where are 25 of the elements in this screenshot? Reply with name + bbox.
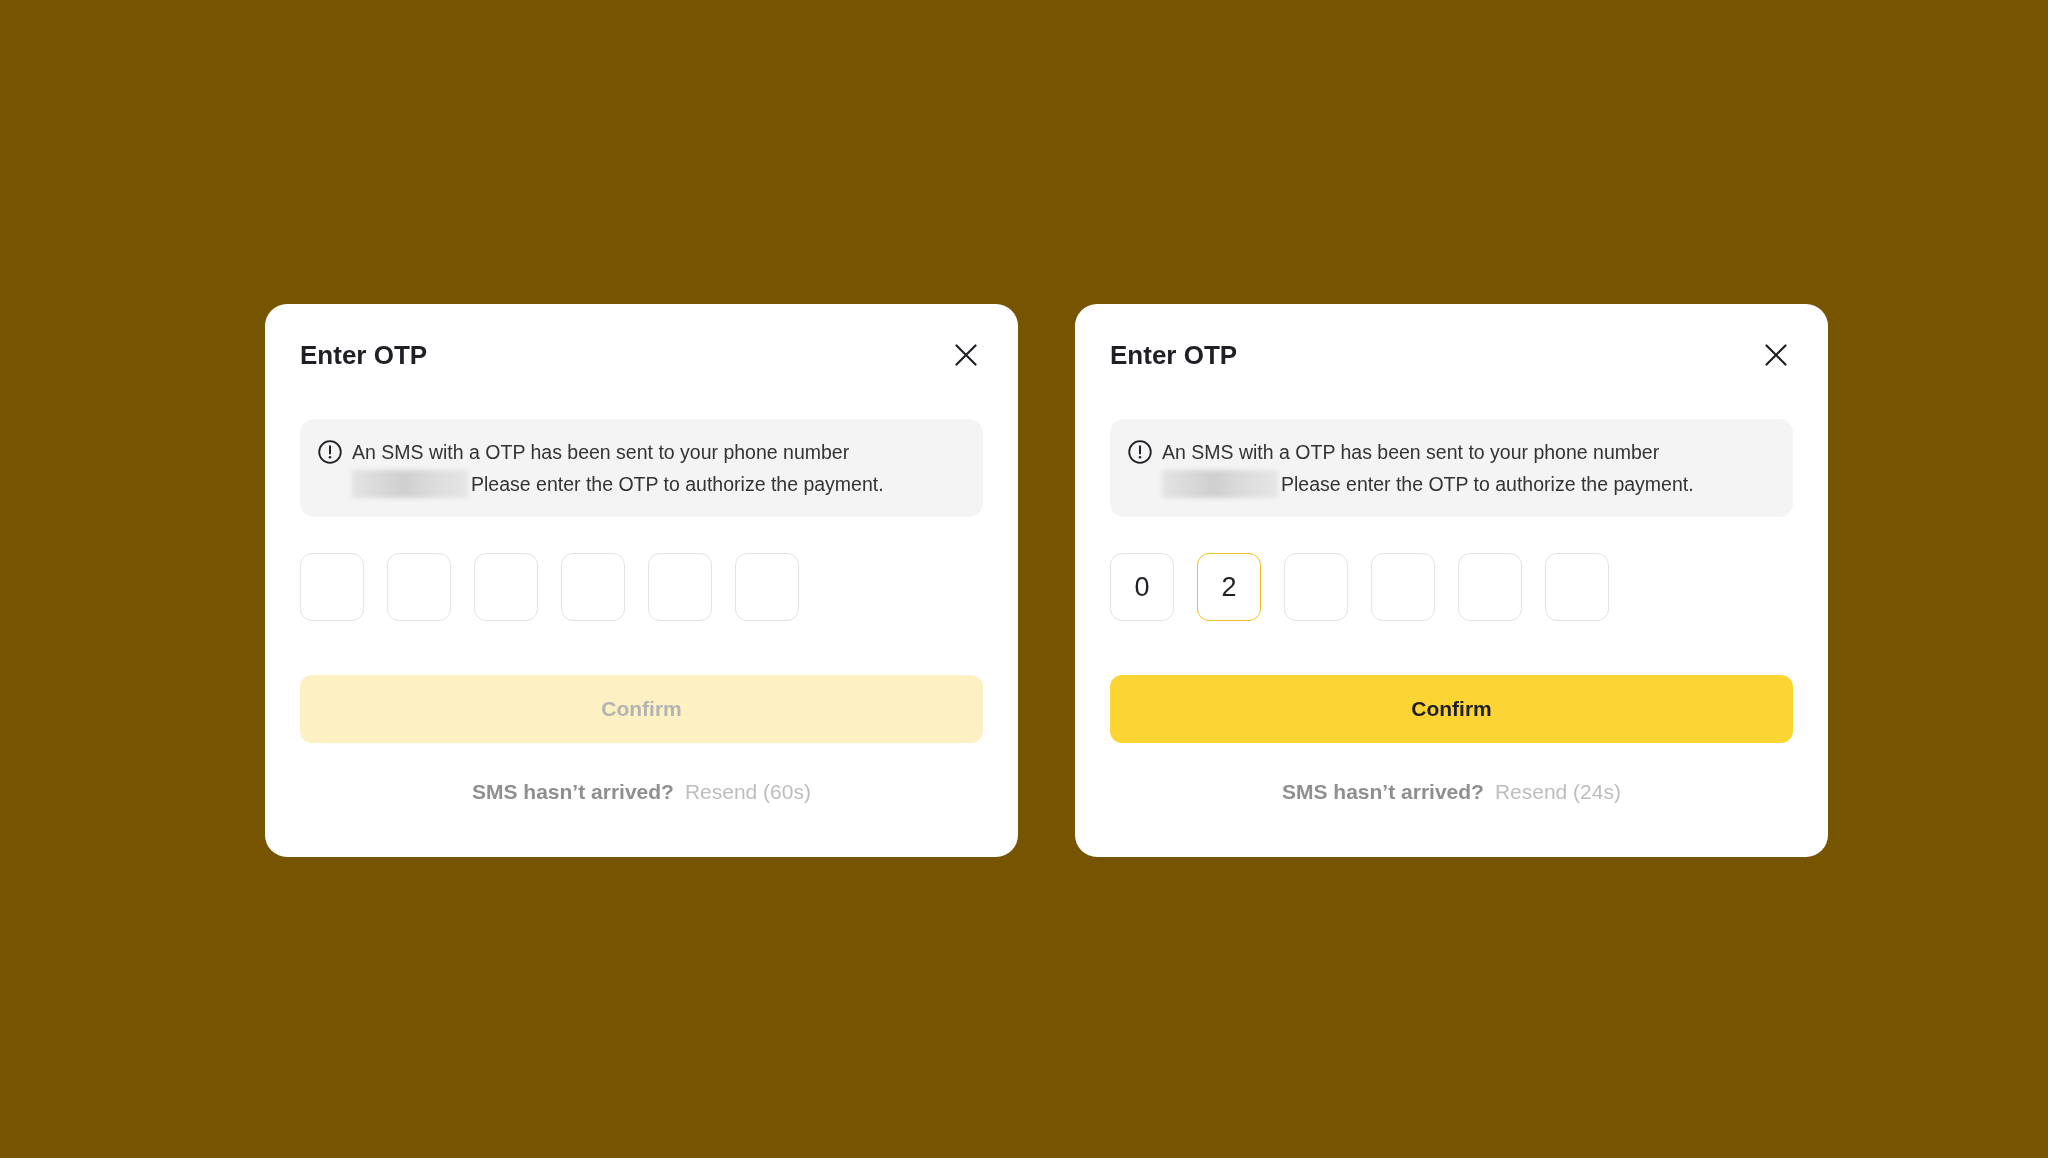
- close-icon[interactable]: [1765, 344, 1787, 366]
- close-icon[interactable]: [955, 344, 977, 366]
- notice-text: Please enter the OTP to authorize the payment.: [471, 472, 884, 497]
- otp-digit-field[interactable]: 2: [1197, 553, 1261, 621]
- otp-digit-field[interactable]: [735, 553, 799, 621]
- sms-prompt-text: SMS hasn’t arrived?: [1282, 779, 1484, 805]
- otp-digit-field[interactable]: [561, 553, 625, 621]
- otp-digit-field[interactable]: [1458, 553, 1522, 621]
- exclamation-circle-icon: [1128, 440, 1152, 464]
- notice-text: An SMS with a OTP has been sent to your phone number: [352, 440, 851, 465]
- dialog-title: Enter OTP: [300, 339, 428, 371]
- otp-digit-field[interactable]: [1545, 553, 1609, 621]
- dialog-title: Enter OTP: [1110, 339, 1238, 371]
- otp-digit-field[interactable]: [1284, 553, 1348, 621]
- exclamation-circle-icon: [318, 440, 342, 464]
- otp-digit-field[interactable]: [300, 553, 364, 621]
- sms-prompt-text: SMS hasn’t arrived?: [472, 779, 674, 805]
- notice-text: Please enter the OTP to authorize the payment.: [1281, 472, 1694, 497]
- otp-digit-field[interactable]: [648, 553, 712, 621]
- otp-digit-field[interactable]: [474, 553, 538, 621]
- otp-digit-field[interactable]: [387, 553, 451, 621]
- otp-digit-field[interactable]: 0: [1110, 553, 1174, 621]
- notice-text: An SMS with a OTP has been sent to your phone number: [1162, 440, 1661, 465]
- otp-digit-field[interactable]: [1371, 553, 1435, 621]
- confirm-button[interactable]: Confirm: [1110, 675, 1793, 743]
